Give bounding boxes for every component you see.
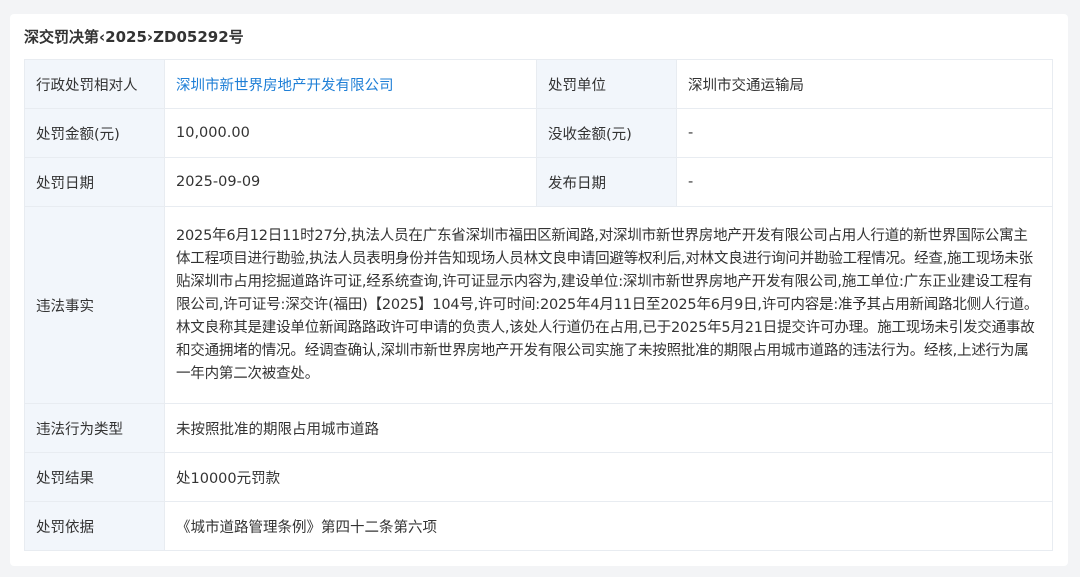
basis-value: 《城市道路管理条例》第四十二条第六项 [164, 501, 1053, 551]
document-number-title: 深交罚决第‹2025›ZD05292号 [24, 28, 244, 46]
publish-date-label: 发布日期 [536, 157, 677, 207]
table-row: 处罚依据 《城市道路管理条例》第四十二条第六项 [24, 501, 1053, 551]
table-row: 违法行为类型 未按照批准的期限占用城市道路 [24, 403, 1053, 453]
date-label: 处罚日期 [24, 157, 165, 207]
result-label: 处罚结果 [24, 452, 165, 502]
facts-label: 违法事实 [24, 206, 165, 404]
confiscation-label: 没收金额(元) [536, 108, 677, 158]
unit-label: 处罚单位 [536, 59, 677, 109]
date-value: 2025-09-09 [164, 157, 537, 207]
amount-value: 10,000.00 [164, 108, 537, 158]
violation-type-label: 违法行为类型 [24, 403, 165, 453]
party-value: 深圳市新世界房地产开发有限公司 [164, 59, 537, 109]
unit-value: 深圳市交通运输局 [676, 59, 1053, 109]
penalty-info-table: 行政处罚相对人 深圳市新世界房地产开发有限公司 处罚单位 深圳市交通运输局 处罚… [24, 59, 1053, 551]
table-row: 处罚日期 2025-09-09 发布日期 - [24, 157, 1053, 207]
table-row: 行政处罚相对人 深圳市新世界房地产开发有限公司 处罚单位 深圳市交通运输局 [24, 59, 1053, 109]
amount-label: 处罚金额(元) [24, 108, 165, 158]
result-value: 处10000元罚款 [164, 452, 1053, 502]
party-label: 行政处罚相对人 [24, 59, 165, 109]
table-row: 处罚结果 处10000元罚款 [24, 452, 1053, 502]
confiscation-value: - [676, 108, 1053, 158]
party-company-link[interactable]: 深圳市新世界房地产开发有限公司 [176, 78, 394, 94]
basis-label: 处罚依据 [24, 501, 165, 551]
table-row: 处罚金额(元) 10,000.00 没收金额(元) - [24, 108, 1053, 158]
publish-date-value: - [676, 157, 1053, 207]
table-row: 违法事实 2025年6月12日11时27分,执法人员在广东省深圳市福田区新闻路,… [24, 206, 1053, 404]
penalty-card: 深交罚决第‹2025›ZD05292号 行政处罚相对人 深圳市新世界房地产开发有… [10, 14, 1068, 566]
violation-type-value: 未按照批准的期限占用城市道路 [164, 403, 1053, 453]
facts-value: 2025年6月12日11时27分,执法人员在广东省深圳市福田区新闻路,对深圳市新… [164, 206, 1053, 404]
